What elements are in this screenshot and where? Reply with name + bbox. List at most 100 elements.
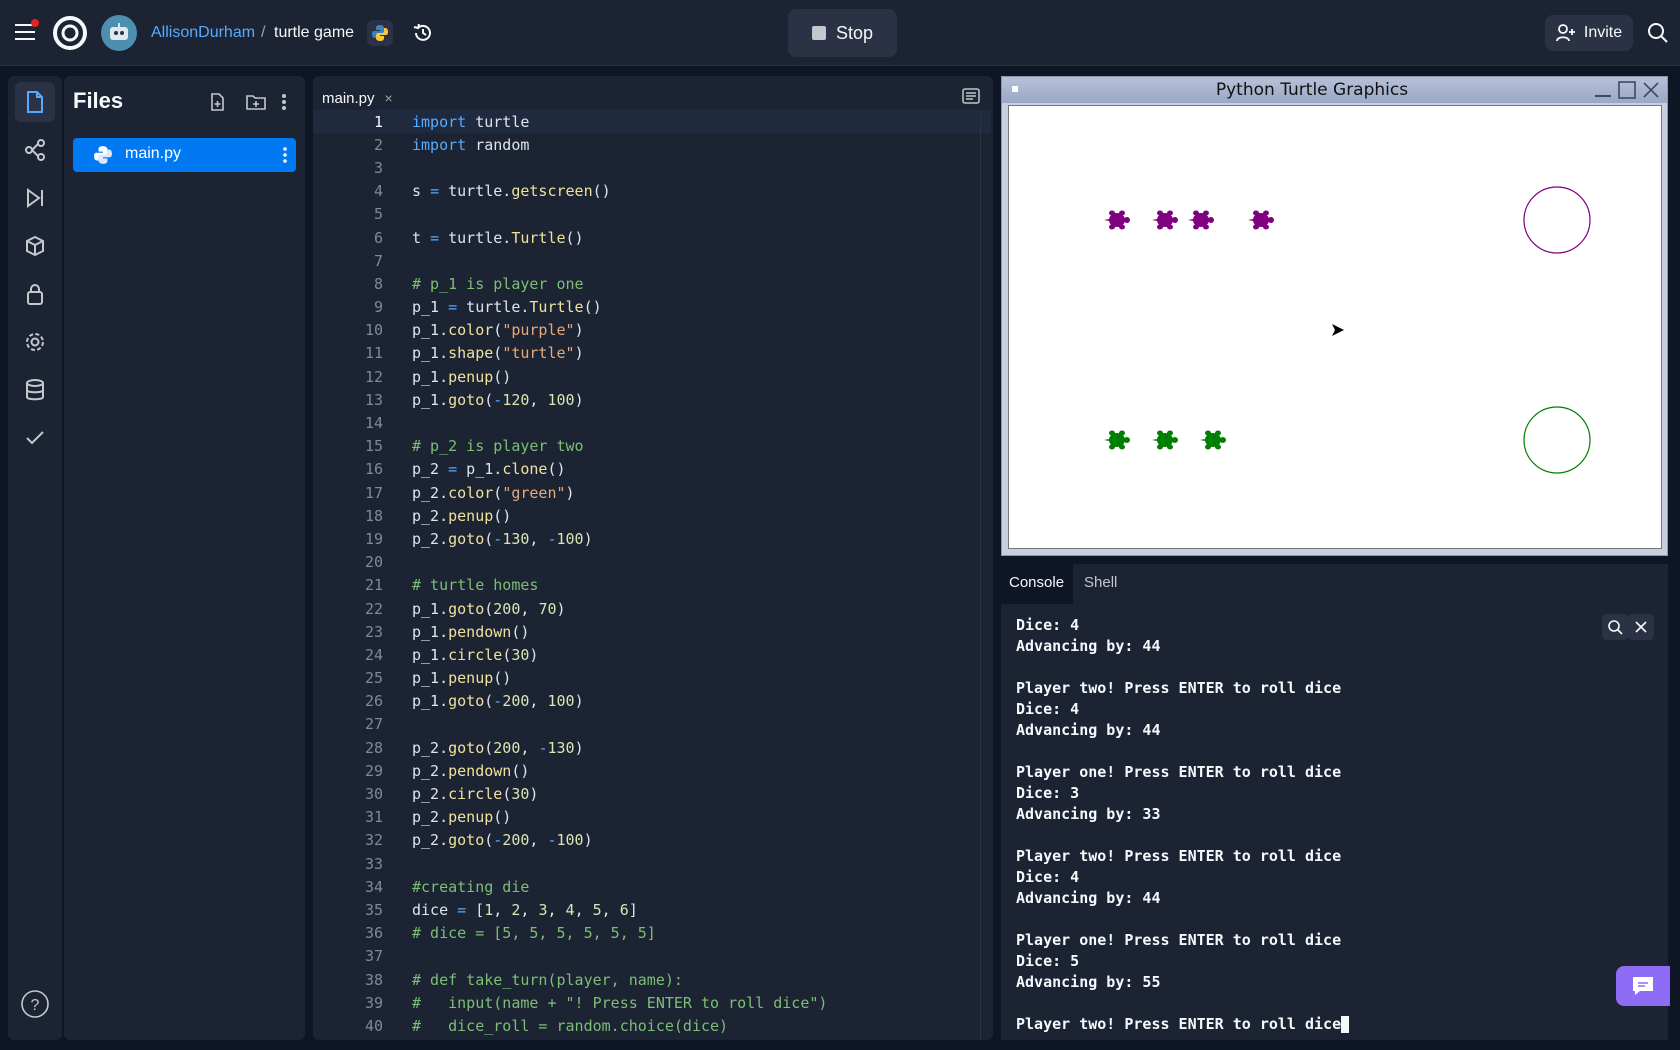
code-line[interactable]: 24 p_1.circle(30) xyxy=(313,643,991,666)
code-line[interactable]: 3 xyxy=(313,156,991,179)
menu-button[interactable] xyxy=(12,18,40,46)
file-item-main-py[interactable]: main.py xyxy=(73,138,296,172)
player-two-turtle xyxy=(1104,430,1130,450)
new-folder-button[interactable] xyxy=(244,90,268,114)
tab-shell[interactable]: Shell xyxy=(1084,574,1117,591)
replit-logo[interactable] xyxy=(52,15,88,51)
turtle-canvas[interactable] xyxy=(1008,105,1662,549)
code-line[interactable]: 27 xyxy=(313,713,991,736)
search-button[interactable] xyxy=(1643,18,1673,48)
code-line[interactable]: 38 # def take_turn(player, name): xyxy=(313,968,991,991)
code-line[interactable]: 9 p_1 = turtle.Turtle() xyxy=(313,296,991,319)
files-menu-button[interactable] xyxy=(272,90,296,114)
new-file-icon xyxy=(211,93,224,111)
files-tool[interactable] xyxy=(15,82,55,122)
code-line[interactable]: 21 # turtle homes xyxy=(313,574,991,597)
more-vertical-icon[interactable] xyxy=(282,147,288,163)
player-two-turtle xyxy=(1200,430,1226,450)
code-line[interactable]: 17 p_2.color("green") xyxy=(313,481,991,504)
line-number: 22 xyxy=(364,599,383,618)
code-line[interactable]: 23 p_1.pendown() xyxy=(313,620,991,643)
database-tool[interactable] xyxy=(15,370,55,410)
code-line[interactable]: 14 xyxy=(313,411,991,434)
console-line: Advancing by: 55 xyxy=(1016,973,1161,991)
code-line[interactable]: 29 p_2.pendown() xyxy=(313,759,991,782)
code-line[interactable]: 37 xyxy=(313,945,991,968)
code-line[interactable]: 18 p_2.penup() xyxy=(313,504,991,527)
code-line[interactable]: 15 # p_2 is player two xyxy=(313,435,991,458)
code-line[interactable]: 31 p_2.penup() xyxy=(313,806,991,829)
console-clear-button[interactable] xyxy=(1628,614,1654,640)
code-line[interactable]: 7 xyxy=(313,249,991,272)
help-button[interactable]: ? xyxy=(15,984,55,1024)
code-line[interactable]: 33 xyxy=(313,852,991,875)
stop-button[interactable]: Stop xyxy=(788,9,897,57)
settings-tool[interactable] xyxy=(15,322,55,362)
code-text: p_2.penup() xyxy=(412,506,512,525)
code-line[interactable]: 11 p_1.shape("turtle") xyxy=(313,342,991,365)
project-name[interactable]: turtle game xyxy=(274,20,354,46)
code-line[interactable]: 12 p_1.penup() xyxy=(313,365,991,388)
code-line[interactable]: 6 t = turtle.Turtle() xyxy=(313,226,991,249)
code-line[interactable]: 32 p_2.goto(-200, -100) xyxy=(313,829,991,852)
window-titlebar[interactable]: Python Turtle Graphics xyxy=(1002,77,1667,103)
console-line: Advancing by: 44 xyxy=(1016,889,1161,907)
debugger-tool[interactable] xyxy=(15,178,55,218)
stop-label: Stop xyxy=(835,22,874,43)
lock-icon xyxy=(27,284,43,305)
history-button[interactable] xyxy=(408,18,438,48)
code-line[interactable]: 28 p_2.goto(200, -130) xyxy=(313,736,991,759)
console-output[interactable]: Dice: 4 Advancing by: 44 Player two! Press… xyxy=(1001,604,1668,1040)
console-search-button[interactable] xyxy=(1602,614,1628,640)
git-tool[interactable] xyxy=(15,130,55,170)
new-file-button[interactable] xyxy=(206,90,230,114)
code-line[interactable]: 5 xyxy=(313,203,991,226)
editor-options-button[interactable] xyxy=(959,84,983,108)
editor-scrollbar[interactable] xyxy=(980,110,981,1040)
line-number: 2 xyxy=(373,135,383,154)
invite-button[interactable]: Invite xyxy=(1545,15,1633,51)
console-line: Player two! Press ENTER to roll dice xyxy=(1016,679,1342,697)
code-line[interactable]: 26 p_1.goto(-200, 100) xyxy=(313,690,991,713)
language-badge[interactable] xyxy=(367,20,393,46)
line-number: 17 xyxy=(364,483,383,502)
chat-button[interactable] xyxy=(1616,966,1670,1006)
code-line[interactable]: 1 import turtle xyxy=(313,110,991,134)
code-line[interactable]: 35 dice = [1, 2, 3, 4, 5, 6] xyxy=(313,898,991,921)
code-line[interactable]: 39 # input(name + "! Press ENTER to roll … xyxy=(313,991,991,1014)
packages-tool[interactable] xyxy=(15,226,55,266)
code-line[interactable]: 8 # p_1 is player one xyxy=(313,272,991,295)
owner-link[interactable]: AllisonDurham xyxy=(151,20,255,46)
code-line[interactable]: 40 # dice_roll = random.choice(dice) xyxy=(313,1014,991,1037)
code-line[interactable]: 2 import random xyxy=(313,133,991,156)
code-line[interactable]: 25 p_1.penup() xyxy=(313,667,991,690)
code-line[interactable]: 4 s = turtle.getscreen() xyxy=(313,180,991,203)
tests-tool[interactable] xyxy=(15,418,55,458)
new-folder-icon xyxy=(246,95,266,110)
maximize-icon[interactable] xyxy=(1618,81,1636,99)
notification-dot xyxy=(31,19,39,27)
code-line[interactable]: 36 # dice = [5, 5, 5, 5, 5, 5] xyxy=(313,922,991,945)
tab-console[interactable]: Console xyxy=(1009,574,1064,591)
history-icon xyxy=(413,23,431,41)
console-panel: Console Shell Dice: 4 Advancing by: 44 Pla… xyxy=(1001,564,1668,1040)
code-line[interactable]: 22 p_1.goto(200, 70) xyxy=(313,597,991,620)
code-line[interactable]: 16 p_2 = p_1.clone() xyxy=(313,458,991,481)
player-one-turtle xyxy=(1104,210,1130,230)
player-two-turtle xyxy=(1152,430,1178,450)
minimize-icon[interactable] xyxy=(1594,83,1612,99)
avatar[interactable] xyxy=(101,15,137,51)
close-icon[interactable] xyxy=(1642,81,1660,99)
code-text: #creating die xyxy=(412,877,530,896)
close-icon[interactable]: × xyxy=(385,90,393,106)
code-line[interactable]: 10 p_1.color("purple") xyxy=(313,319,991,342)
code-line[interactable]: 30 p_2.circle(30) xyxy=(313,782,991,805)
code-area[interactable]: 1 import turtle 2 import random 3 4 s = turtle… xyxy=(313,110,991,1040)
console-line: Player two! Press ENTER to roll dice xyxy=(1016,847,1342,865)
line-number: 9 xyxy=(373,298,383,317)
secrets-tool[interactable] xyxy=(15,274,55,314)
code-line[interactable]: 20 xyxy=(313,551,991,574)
code-line[interactable]: 34 #creating die xyxy=(313,875,991,898)
code-line[interactable]: 13 p_1.goto(-120, 100) xyxy=(313,388,991,411)
code-line[interactable]: 19 p_2.goto(-130, -100) xyxy=(313,527,991,550)
